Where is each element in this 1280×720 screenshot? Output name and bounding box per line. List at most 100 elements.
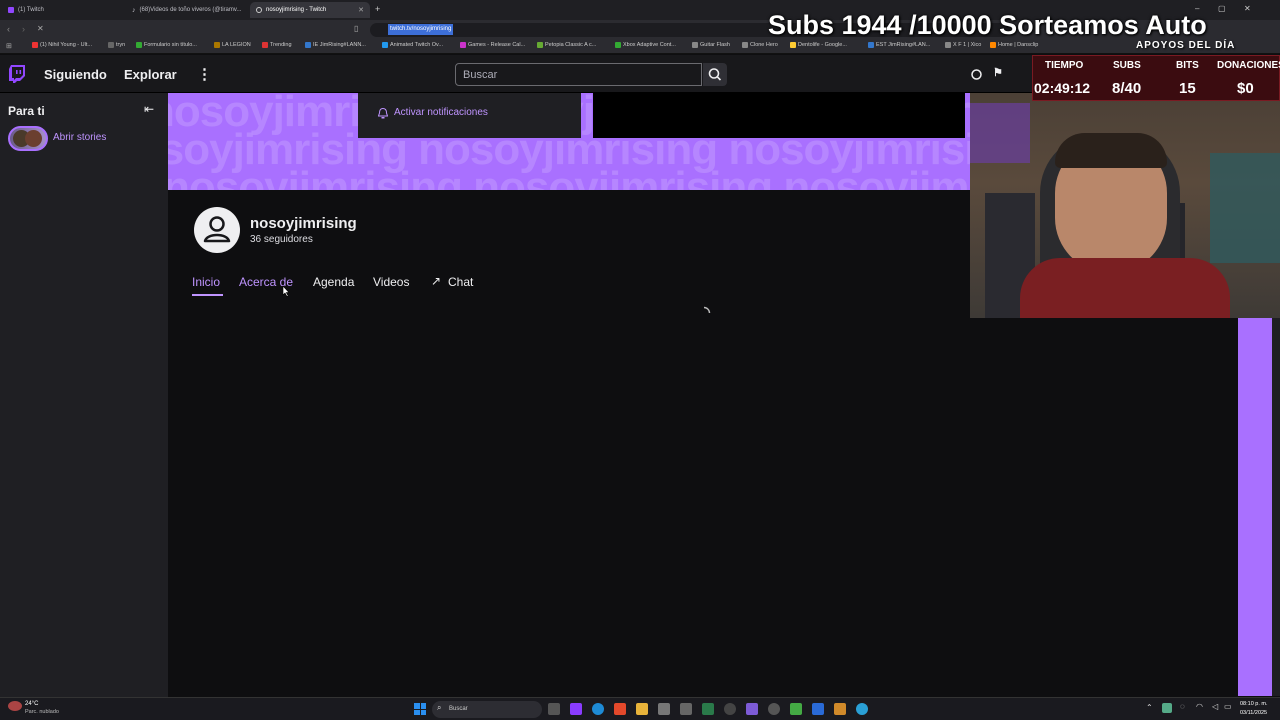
weather-icon[interactable] bbox=[8, 701, 22, 711]
brave-icon[interactable] bbox=[614, 703, 626, 715]
twitch-logo-icon[interactable] bbox=[9, 65, 25, 83]
notifications-popup: Activar notificaciones bbox=[358, 93, 581, 138]
bookmark-item[interactable]: Animated Twitch Ov... bbox=[382, 42, 443, 48]
twitch-favicon-icon bbox=[8, 7, 14, 13]
site-icon bbox=[945, 42, 951, 48]
channel-avatar[interactable] bbox=[194, 207, 240, 253]
page-scrollbar[interactable] bbox=[1272, 318, 1280, 696]
wifi-icon[interactable]: ◠ bbox=[1196, 702, 1203, 711]
search-input[interactable]: Buscar bbox=[455, 63, 702, 86]
browse-link[interactable]: Explorar bbox=[124, 67, 177, 82]
trending-icon bbox=[262, 42, 268, 48]
tray-icon[interactable]: ◌ bbox=[1180, 702, 1185, 711]
bell-icon bbox=[378, 108, 388, 119]
tab-home[interactable]: Inicio bbox=[192, 275, 220, 289]
stat-value: 02:49:12 bbox=[1034, 80, 1091, 96]
app-icon[interactable] bbox=[680, 703, 692, 715]
site-icon bbox=[537, 42, 543, 48]
app-icon[interactable] bbox=[658, 703, 670, 715]
app-icon[interactable] bbox=[790, 703, 802, 715]
tab-chat[interactable]: Chat bbox=[448, 275, 473, 289]
bookmark-item[interactable]: LA LEGION bbox=[214, 42, 251, 48]
taskbar-time: 08:10 p. m. bbox=[1240, 701, 1268, 707]
forward-icon[interactable]: › bbox=[22, 24, 25, 34]
bookmark-item[interactable]: Games - Release Cal... bbox=[460, 42, 525, 48]
sidebar-header: Para ti bbox=[8, 104, 45, 118]
taskbar-search-box[interactable]: ⌕ Buscar bbox=[432, 701, 542, 718]
settings-icon[interactable] bbox=[768, 703, 780, 715]
open-stories-link[interactable]: Abrir stories bbox=[53, 132, 106, 143]
app-icon[interactable] bbox=[702, 703, 714, 715]
bookmark-item[interactable]: Xbox Adaptive Cont... bbox=[615, 42, 676, 48]
site-icon bbox=[108, 42, 114, 48]
windows-taskbar: 24°C Parc. nublado ⌕ Buscar ⌃ ◌ ◠ ◁ ▭ 08… bbox=[0, 697, 1280, 720]
stories-avatars[interactable] bbox=[8, 126, 48, 151]
collapse-sidebar-icon[interactable]: ⇤ bbox=[144, 102, 154, 116]
bookmark-item[interactable]: EST JimRising#LAN... bbox=[868, 42, 930, 48]
url-text[interactable]: twitch.tv/nosoyjimrising bbox=[388, 24, 454, 35]
app-icon[interactable] bbox=[570, 703, 582, 715]
task-view-icon[interactable] bbox=[548, 703, 560, 715]
battery-icon[interactable]: ▭ bbox=[1224, 702, 1232, 711]
browser-tab[interactable]: ♪ (68)Videos de toño viveros (@tiramv... bbox=[126, 2, 250, 18]
mouse-cursor-icon bbox=[282, 285, 290, 297]
stat-label: DONACIONES bbox=[1217, 60, 1280, 71]
tray-app-icon[interactable] bbox=[1162, 703, 1172, 713]
site-icon bbox=[460, 42, 466, 48]
shelf bbox=[1210, 153, 1280, 263]
bookmark-item[interactable]: tryn bbox=[108, 42, 125, 48]
more-options-icon[interactable]: ⋮ bbox=[197, 65, 212, 83]
site-icon bbox=[214, 42, 220, 48]
bookmark-item[interactable]: Guitar Flash bbox=[692, 42, 730, 48]
bookmark-item[interactable]: Trending bbox=[262, 42, 292, 48]
stat-value: 15 bbox=[1179, 80, 1196, 97]
app-icon[interactable] bbox=[834, 703, 846, 715]
bookmark-item[interactable]: Dentolife - Google... bbox=[790, 42, 847, 48]
enable-notifications-link[interactable]: Activar notificaciones bbox=[394, 107, 488, 118]
webcam-overlay bbox=[970, 93, 1280, 318]
taskbar-search-label: Buscar bbox=[449, 706, 468, 712]
bookmark-item[interactable]: Home | Dansclip bbox=[990, 42, 1038, 48]
browser-tab[interactable]: (1) Twitch bbox=[2, 2, 126, 18]
browser-tab-active[interactable]: nosoyjimrising - Twitch ✕ bbox=[250, 2, 370, 18]
new-tab-icon[interactable]: + bbox=[375, 4, 380, 14]
tab-title: (68)Videos de toño viveros (@tiramv... bbox=[139, 7, 242, 13]
obs-icon[interactable] bbox=[724, 703, 736, 715]
maximize-icon[interactable]: ▢ bbox=[1218, 4, 1226, 13]
app-icon[interactable] bbox=[746, 703, 758, 715]
notifications-icon[interactable] bbox=[970, 68, 983, 81]
tab-videos[interactable]: Videos bbox=[373, 275, 409, 289]
daily-support-label: APOYOS DEL DÍA bbox=[1136, 40, 1236, 51]
bookmark-item[interactable]: IE JimRising#LANN... bbox=[305, 42, 366, 48]
close-window-icon[interactable]: ✕ bbox=[1244, 4, 1251, 13]
back-icon[interactable]: ‹ bbox=[7, 24, 10, 34]
banner-text: nosoyjimrising nosoyjimrising nosoyjimri… bbox=[168, 163, 970, 190]
close-tab-icon[interactable]: ✕ bbox=[358, 6, 364, 14]
app-icon[interactable] bbox=[856, 703, 868, 715]
volume-icon[interactable]: ◁ bbox=[1212, 702, 1218, 711]
bookmark-item[interactable]: (1) Nihil Young - Ult... bbox=[32, 42, 92, 48]
search-button[interactable] bbox=[703, 63, 727, 86]
taskbar-date: 03/11/2025 bbox=[1240, 710, 1268, 716]
bookmark-page-icon[interactable]: ▯ bbox=[354, 24, 358, 33]
bookmark-item[interactable]: Petopia Classic A c... bbox=[537, 42, 596, 48]
loading-spinner-icon bbox=[703, 306, 711, 314]
stop-loading-icon[interactable]: ✕ bbox=[37, 24, 44, 33]
app-icon[interactable] bbox=[812, 703, 824, 715]
following-link[interactable]: Siguiendo bbox=[44, 67, 107, 82]
show-hidden-icons-icon[interactable]: ⌃ bbox=[1146, 703, 1153, 712]
bookmark-item[interactable]: X F 1 | Xico bbox=[945, 42, 981, 48]
site-icon bbox=[868, 42, 874, 48]
edge-icon[interactable] bbox=[592, 703, 604, 715]
whispers-icon[interactable]: ⚑ bbox=[993, 66, 1003, 79]
bookmark-item[interactable]: Formulario sin título... bbox=[136, 42, 197, 48]
loading-favicon-icon bbox=[256, 7, 262, 13]
bookmark-item[interactable]: Clone Hero bbox=[742, 42, 778, 48]
tab-schedule[interactable]: Agenda bbox=[313, 275, 354, 289]
windows-start-icon[interactable] bbox=[414, 703, 426, 715]
apps-grid-icon[interactable]: ⊞ bbox=[6, 42, 12, 50]
weather-desc: Parc. nublado bbox=[25, 709, 59, 715]
weather-temp: 24°C bbox=[25, 701, 39, 707]
file-explorer-icon[interactable] bbox=[636, 703, 648, 715]
site-icon bbox=[305, 42, 311, 48]
